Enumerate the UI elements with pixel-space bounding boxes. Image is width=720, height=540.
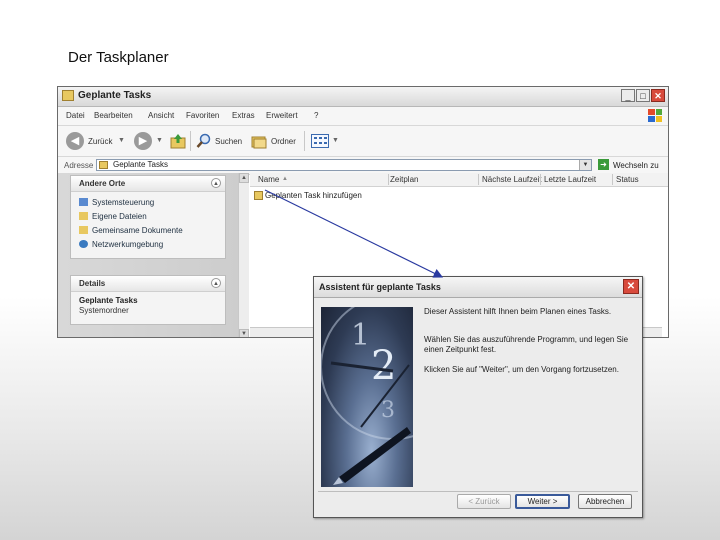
svg-text:3: 3 — [381, 398, 395, 423]
column-status[interactable]: Status — [616, 175, 639, 184]
views-dropdown-icon[interactable]: ▼ — [332, 137, 339, 144]
details-header[interactable]: Details ▲ — [71, 276, 225, 292]
menu-bearbeiten[interactable]: Bearbeiten — [94, 111, 133, 120]
folder-icon — [79, 212, 88, 220]
menu-extras[interactable]: Extras — [232, 111, 255, 120]
close-button[interactable]: ✕ — [651, 89, 665, 102]
other-places-heading: Andere Orte — [79, 179, 126, 188]
svg-text:1: 1 — [351, 318, 370, 353]
wizard-clock-pen-image: 1 2 3 — [321, 307, 413, 487]
menu-erweitert[interactable]: Erweitert — [266, 111, 298, 120]
link-systemsteuerung[interactable]: Systemsteuerung — [79, 198, 154, 207]
explorer-titlebar[interactable]: Geplante Tasks _ □ ✕ — [58, 87, 668, 107]
folder-icon — [99, 161, 108, 169]
control-panel-icon — [79, 198, 88, 206]
collapse-chevron-icon[interactable]: ▲ — [211, 178, 221, 188]
column-naechste-laufzeit[interactable]: Nächste Laufzeit — [482, 175, 542, 184]
go-button-label[interactable]: Wechseln zu — [613, 161, 659, 170]
wizard-divider — [318, 491, 638, 492]
menu-bar: Datei Bearbeiten Ansicht Favoriten Extra… — [58, 107, 668, 126]
window-title: Geplante Tasks — [78, 90, 152, 101]
wizard-paragraph-2: Wählen Sie das auszuführende Programm, u… — [424, 335, 629, 354]
views-icon[interactable] — [311, 133, 329, 149]
back-dropdown-icon[interactable]: ▼ — [118, 137, 125, 144]
folders-label[interactable]: Ordner — [271, 137, 296, 146]
network-icon — [79, 240, 88, 248]
folders-icon[interactable] — [251, 133, 267, 149]
menu-ansicht[interactable]: Ansicht — [148, 111, 174, 120]
back-button[interactable]: < Zurück — [457, 494, 511, 509]
wizard-title: Assistent für geplante Tasks — [319, 282, 441, 292]
back-arrow-icon[interactable]: ◀ — [66, 132, 84, 150]
link-gemeinsame-dokumente[interactable]: Gemeinsame Dokumente — [79, 226, 183, 235]
sort-ascending-icon: ▲ — [282, 176, 288, 182]
link-eigene-dateien[interactable]: Eigene Dateien — [79, 212, 147, 221]
details-subtitle: Systemordner — [79, 306, 129, 315]
column-header-row: Name ▲ Zeitplan Nächste Laufzeit Letzte … — [250, 173, 668, 187]
column-letzte-laufzeit[interactable]: Letzte Laufzeit — [544, 175, 596, 184]
add-task-icon — [254, 191, 263, 200]
cancel-button[interactable]: Abbrechen — [578, 494, 632, 509]
maximize-button[interactable]: □ — [636, 89, 650, 102]
wizard-paragraph-3: Klicken Sie auf "Weiter", um den Vorgang… — [424, 365, 619, 374]
forward-dropdown-icon[interactable]: ▼ — [156, 137, 163, 144]
column-zeitplan[interactable]: Zeitplan — [390, 175, 418, 184]
minimize-button[interactable]: _ — [621, 89, 635, 102]
column-name[interactable]: Name — [258, 175, 279, 184]
address-value: Geplante Tasks — [113, 160, 168, 169]
folder-icon — [62, 90, 74, 101]
task-pane: Andere Orte ▲ Systemsteuerung Eigene Dat… — [58, 173, 238, 337]
details-panel: Details ▲ Geplante Tasks Systemordner — [70, 275, 226, 325]
scroll-up-icon[interactable]: ▲ — [239, 173, 249, 183]
folder-icon — [79, 226, 88, 234]
svg-text:2: 2 — [371, 343, 396, 389]
folder-up-icon[interactable] — [170, 133, 186, 149]
other-places-panel: Andere Orte ▲ Systemsteuerung Eigene Dat… — [70, 175, 226, 259]
slide-title: Der Taskplaner — [68, 49, 169, 66]
details-name: Geplante Tasks — [79, 296, 138, 305]
details-heading: Details — [79, 279, 106, 288]
back-label[interactable]: Zurück — [88, 137, 112, 146]
search-label[interactable]: Suchen — [215, 137, 242, 146]
close-button[interactable]: ✕ — [623, 279, 639, 294]
scheduled-task-wizard: Assistent für geplante Tasks ✕ 1 2 3 Die… — [313, 276, 643, 518]
list-item[interactable]: Geplanten Task hinzufügen — [254, 191, 362, 200]
task-pane-scrollbar[interactable]: ▲ ▼ — [238, 173, 249, 337]
address-field[interactable]: Geplante Tasks ▼ — [96, 159, 592, 171]
windows-logo-icon — [648, 109, 662, 122]
toolbar: ◀ Zurück ▼ ▶ ▼ Suchen Ordner ▼ — [58, 126, 668, 157]
menu-help[interactable]: ? — [314, 111, 318, 120]
search-icon[interactable] — [196, 133, 212, 149]
collapse-chevron-icon[interactable]: ▲ — [211, 278, 221, 288]
menu-favoriten[interactable]: Favoriten — [186, 111, 219, 120]
scroll-down-icon[interactable]: ▼ — [239, 329, 249, 337]
menu-datei[interactable]: Datei — [66, 111, 85, 120]
go-arrow-icon[interactable]: ➜ — [598, 159, 609, 170]
forward-arrow-icon[interactable]: ▶ — [134, 132, 152, 150]
wizard-paragraph-1: Dieser Assistent hilft Ihnen beim Planen… — [424, 307, 612, 316]
link-netzwerkumgebung[interactable]: Netzwerkumgebung — [79, 240, 163, 249]
wizard-titlebar[interactable]: Assistent für geplante Tasks ✕ — [314, 277, 642, 298]
address-dropdown-icon[interactable]: ▼ — [579, 160, 591, 170]
address-label: Adresse — [64, 161, 94, 170]
next-button[interactable]: Weiter > — [515, 494, 570, 509]
other-places-header[interactable]: Andere Orte ▲ — [71, 176, 225, 192]
